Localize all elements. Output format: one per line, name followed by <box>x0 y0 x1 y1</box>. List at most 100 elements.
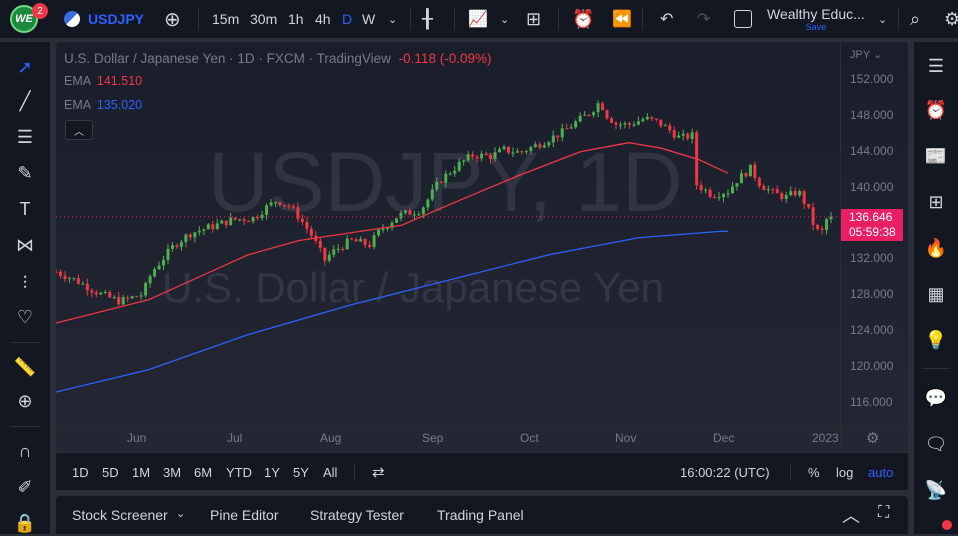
range-1y[interactable]: 1Y <box>264 465 280 480</box>
news-icon[interactable]: 📰 <box>922 142 950 170</box>
watchlist-icon[interactable]: ☰ <box>922 52 950 80</box>
auto-toggle[interactable]: auto <box>868 465 893 480</box>
add-list-icon[interactable]: ⊞ <box>922 188 950 216</box>
tab-stock-screener[interactable]: Stock Screener <box>72 507 168 523</box>
range-ytd[interactable]: YTD <box>226 465 252 480</box>
range-5d[interactable]: 5D <box>102 465 119 480</box>
text-icon[interactable]: T <box>12 196 38 222</box>
cursor-icon[interactable]: ➚ <box>12 54 38 80</box>
range-1d[interactable]: 1D <box>72 465 89 480</box>
candle-body <box>730 186 734 194</box>
templates-icon[interactable]: ⊞ <box>526 0 541 38</box>
indicators-icon[interactable]: 📈 <box>468 0 488 38</box>
candle-body <box>511 152 515 154</box>
candles-icon[interactable]: ╂ <box>422 0 433 38</box>
log-toggle[interactable]: log <box>836 465 853 480</box>
candle-body <box>81 283 85 285</box>
candle-body <box>807 203 811 208</box>
trendline-icon[interactable]: ╱ <box>12 88 38 114</box>
prediction-icon[interactable]: ⫶ <box>12 270 38 296</box>
alert-icon[interactable]: ⏰ <box>572 0 594 38</box>
symbol-search[interactable]: USDJPY <box>64 0 144 38</box>
maximize-panel-icon[interactable]: ⛶ <box>878 504 889 522</box>
save-button[interactable]: Save <box>806 22 827 32</box>
layout-menu[interactable]: Wealthy Educ... Save <box>767 0 865 38</box>
candle-body <box>753 164 757 179</box>
candle-body <box>560 128 564 138</box>
candle-body <box>175 245 179 247</box>
range-5y[interactable]: 5Y <box>293 465 309 480</box>
range-all[interactable]: All <box>323 465 337 480</box>
range-3m[interactable]: 3M <box>163 465 181 480</box>
right-toolbar: ☰ ⏰ 📰 ⊞ 🔥 ▦ 💡 💬 🗨 📡 <box>914 42 958 534</box>
replay-icon[interactable]: ⏪ <box>612 0 632 38</box>
interval-4h[interactable]: 4h <box>315 0 331 38</box>
undo-icon[interactable]: ↶ <box>660 0 673 38</box>
collapse-panel-icon[interactable]: ︿ <box>842 502 860 528</box>
utc-clock[interactable]: 16:00:22 (UTC) <box>680 465 770 480</box>
search-icon[interactable]: ⌕ <box>910 0 920 38</box>
candle-body <box>627 123 631 125</box>
collapse-legend-button[interactable]: ︿ <box>65 120 93 140</box>
heart-icon[interactable]: ♡ <box>12 304 38 330</box>
time-range-bar: 1D 5D 1M 3M 6M YTD 1Y 5Y All ⇄ 16:00:22 … <box>56 452 908 490</box>
symbol-label: USDJPY <box>88 11 145 27</box>
candle-body <box>112 297 116 299</box>
date-range-icon[interactable]: ⇄ <box>372 463 385 481</box>
chevron-down-icon[interactable]: ⌄ <box>500 0 509 38</box>
alarm-clock-icon[interactable]: ⏰ <box>922 96 950 124</box>
ruler-icon[interactable]: 📏 <box>12 354 38 380</box>
chevron-down-icon[interactable]: ⌄ <box>388 0 397 38</box>
candle-body <box>592 112 596 116</box>
candle-body <box>179 242 183 247</box>
lock-icon[interactable]: 🔒 <box>12 510 38 536</box>
chart-pane[interactable]: USDJPY, 1D U.S. Dollar / Japanese Yen U.… <box>56 42 908 452</box>
calendar-icon[interactable]: ▦ <box>922 280 950 308</box>
candle-body <box>162 259 166 266</box>
percent-toggle[interactable]: % <box>808 465 820 480</box>
candle-body <box>618 124 622 126</box>
zoom-icon[interactable]: ⊕ <box>12 388 38 414</box>
range-1m[interactable]: 1M <box>132 465 150 480</box>
interval-1h[interactable]: 1h <box>288 0 304 38</box>
fullscreen-icon[interactable] <box>734 0 752 38</box>
compare-add-icon[interactable]: ⊕ <box>164 0 181 38</box>
tab-trading-panel[interactable]: Trading Panel <box>437 507 524 523</box>
tab-pine-editor[interactable]: Pine Editor <box>210 507 278 523</box>
candle-body <box>274 202 278 204</box>
redo-icon[interactable]: ↷ <box>697 0 710 38</box>
interval-w[interactable]: W <box>362 0 375 38</box>
range-6m[interactable]: 6M <box>194 465 212 480</box>
price-chart[interactable] <box>56 42 908 452</box>
candle-body <box>601 103 605 111</box>
fib-icon[interactable]: ☰ <box>12 124 38 150</box>
ema-value: 135.020 <box>96 98 143 112</box>
interval-d[interactable]: D <box>342 0 352 38</box>
currency-selector[interactable]: JPY ⌄ <box>850 48 882 61</box>
hotlist-icon[interactable]: 🔥 <box>922 234 950 262</box>
tab-strategy-tester[interactable]: Strategy Tester <box>310 507 404 523</box>
broadcast-icon[interactable]: 📡 <box>922 476 950 504</box>
chart-settings-gear-icon[interactable]: ⚙ <box>866 429 879 447</box>
interval-15m[interactable]: 15m <box>212 0 239 38</box>
pattern-icon[interactable]: ⋈ <box>12 232 38 258</box>
price-tick: 120.000 <box>850 359 894 374</box>
chat-icon[interactable]: 💬 <box>922 384 950 412</box>
interval-30m[interactable]: 30m <box>250 0 277 38</box>
gear-icon[interactable]: ⚙ <box>944 0 958 38</box>
candle-body <box>135 296 139 298</box>
brush-icon[interactable]: ✎ <box>12 160 38 186</box>
ema-slow-legend[interactable]: EMA 135.020 <box>64 98 142 112</box>
messages-icon[interactable]: 🗨 <box>922 430 950 458</box>
magnet-icon[interactable]: ∩ <box>12 438 38 464</box>
time-tick: Jun <box>127 431 147 445</box>
candle-body <box>614 122 618 125</box>
chevron-down-icon[interactable]: ⌄ <box>878 0 887 38</box>
candle-body <box>654 118 658 120</box>
ideas-lightbulb-icon[interactable]: 💡 <box>922 326 950 354</box>
ema-fast-legend[interactable]: EMA 141.510 <box>64 74 142 88</box>
chevron-down-icon[interactable]: ⌄ <box>176 507 185 520</box>
lock-drawing-icon[interactable]: ✐ <box>12 474 38 500</box>
layout-name: Wealthy Educ... <box>767 6 865 22</box>
user-avatar[interactable]: WE 2 <box>10 0 48 38</box>
